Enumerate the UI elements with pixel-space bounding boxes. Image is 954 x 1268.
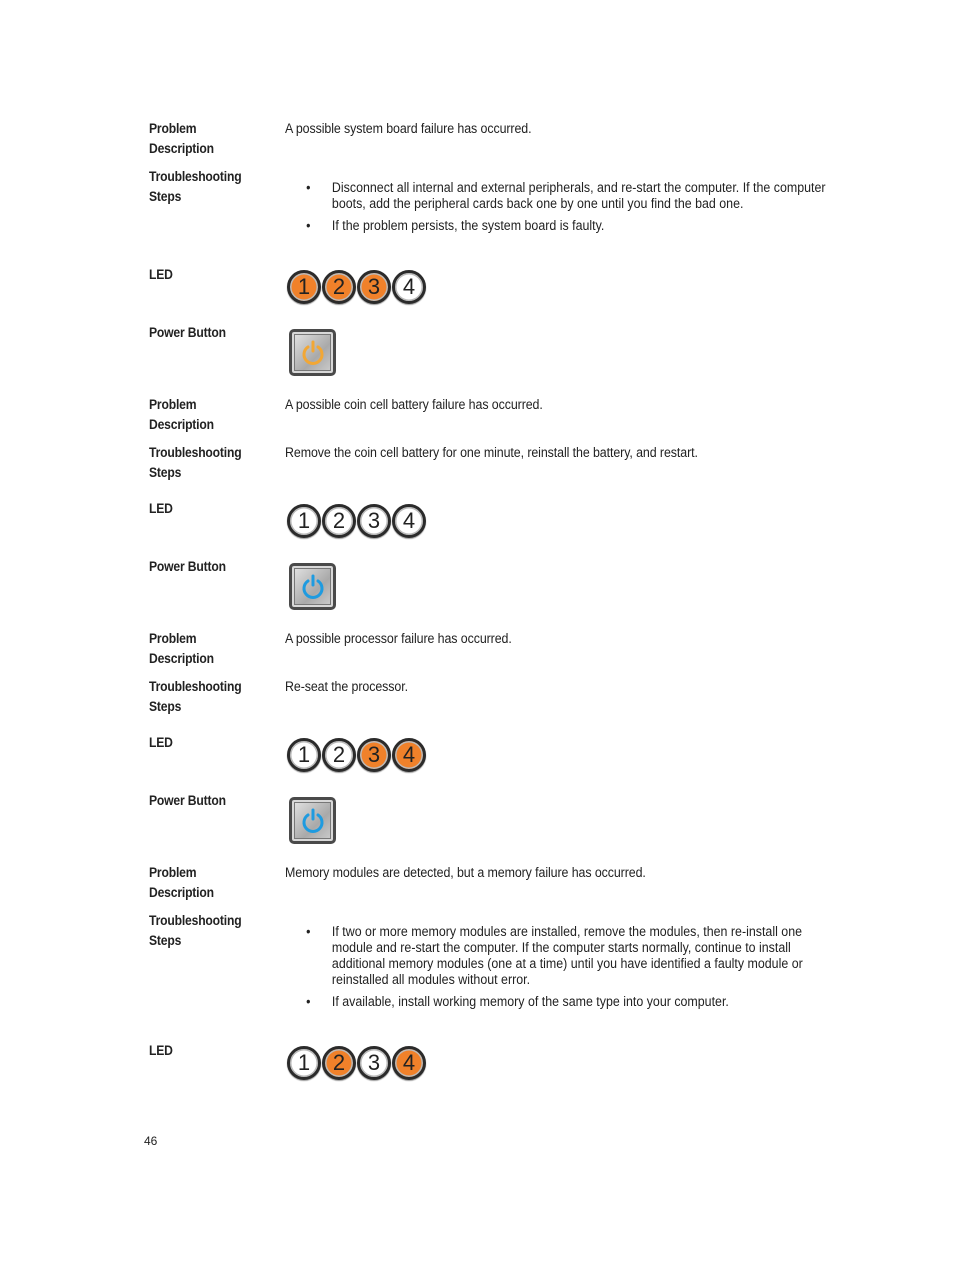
label-line: Description xyxy=(149,884,214,900)
led-3-on-icon: 3 xyxy=(357,270,391,304)
bullet-icon: • xyxy=(306,994,311,1009)
led-4-off-icon: 4 xyxy=(392,504,426,538)
problem-description: Memory modules are detected, but a memor… xyxy=(285,865,646,880)
power-button-indicator xyxy=(289,797,336,844)
led-indicator-group: 1234 xyxy=(287,270,426,304)
label-line: Troubleshooting xyxy=(149,913,242,928)
label-line: Problem xyxy=(149,121,197,136)
label-line: Troubleshooting xyxy=(149,445,242,460)
label-line: Troubleshooting xyxy=(149,679,242,694)
led-indicator-group: 1234 xyxy=(287,1046,426,1080)
problem-description-label: Problem Description xyxy=(149,119,214,158)
led-label: LED xyxy=(149,735,173,750)
problem-description-label: Problem Description xyxy=(149,629,214,668)
label-line: Problem xyxy=(149,397,197,412)
label-line: Description xyxy=(149,140,214,156)
problem-description-label: Problem Description xyxy=(149,863,214,902)
led-indicator-group: 1234 xyxy=(287,738,426,772)
led-1-off-icon: 1 xyxy=(287,504,321,538)
label-line: Description xyxy=(149,416,214,432)
troubleshooting-steps-list: • If two or more memory modules are insta… xyxy=(285,924,828,1016)
problem-description-label: Problem Description xyxy=(149,395,214,434)
led-1-on-icon: 1 xyxy=(287,270,321,304)
led-3-on-icon: 3 xyxy=(357,738,391,772)
page-number: 46 xyxy=(144,1134,158,1148)
troubleshooting-steps-label: Troubleshooting Steps xyxy=(149,911,242,950)
problem-description: A possible coin cell battery failure has… xyxy=(285,397,543,412)
label-line: Problem xyxy=(149,631,197,646)
power-icon xyxy=(302,340,323,365)
step-text: If the problem persists, the system boar… xyxy=(331,218,605,233)
led-3-off-icon: 3 xyxy=(357,1046,391,1080)
bullet-icon: • xyxy=(306,180,311,195)
step-text: If available, install working memory of … xyxy=(331,994,729,1009)
led-3-off-icon: 3 xyxy=(357,504,391,538)
troubleshooting-steps-list: • Disconnect all internal and external pe… xyxy=(285,180,828,240)
list-item: • If available, install working memory of… xyxy=(285,994,828,1010)
list-item: • Disconnect all internal and external pe… xyxy=(285,180,828,212)
list-item: • If two or more memory modules are insta… xyxy=(285,924,828,988)
step-text: Disconnect all internal and external per… xyxy=(331,180,826,211)
troubleshooting-steps-label: Troubleshooting Steps xyxy=(149,167,242,206)
led-2-off-icon: 2 xyxy=(322,738,356,772)
label-line: Steps xyxy=(149,932,182,948)
power-button-label: Power Button xyxy=(149,325,226,340)
label-line: Problem xyxy=(149,865,197,880)
troubleshooting-steps: Re-seat the processor. xyxy=(285,679,408,694)
bullet-icon: • xyxy=(306,218,311,233)
label-line: Steps xyxy=(149,464,182,480)
step-text: If two or more memory modules are instal… xyxy=(331,924,803,987)
power-icon xyxy=(302,808,323,833)
label-line: Troubleshooting xyxy=(149,169,242,184)
led-2-on-icon: 2 xyxy=(322,270,356,304)
power-icon xyxy=(302,574,323,599)
power-button-label: Power Button xyxy=(149,559,226,574)
list-item: • If the problem persists, the system boa… xyxy=(285,218,828,234)
power-button-indicator xyxy=(289,563,336,610)
led-4-off-icon: 4 xyxy=(392,270,426,304)
label-line: Steps xyxy=(149,698,182,714)
led-label: LED xyxy=(149,267,173,282)
troubleshooting-steps: Remove the coin cell battery for one min… xyxy=(285,445,698,460)
troubleshooting-steps-label: Troubleshooting Steps xyxy=(149,677,242,716)
power-button-label: Power Button xyxy=(149,793,226,808)
led-label: LED xyxy=(149,1043,173,1058)
problem-description: A possible system board failure has occu… xyxy=(285,121,532,136)
led-4-on-icon: 4 xyxy=(392,1046,426,1080)
led-1-off-icon: 1 xyxy=(287,738,321,772)
troubleshooting-steps-label: Troubleshooting Steps xyxy=(149,443,242,482)
label-line: Steps xyxy=(149,188,182,204)
label-line: Description xyxy=(149,650,214,666)
power-button-indicator xyxy=(289,329,336,376)
problem-description: A possible processor failure has occurre… xyxy=(285,631,512,646)
led-label: LED xyxy=(149,501,173,516)
led-4-on-icon: 4 xyxy=(392,738,426,772)
bullet-icon: • xyxy=(306,924,311,939)
led-2-off-icon: 2 xyxy=(322,504,356,538)
led-2-on-icon: 2 xyxy=(322,1046,356,1080)
led-1-off-icon: 1 xyxy=(287,1046,321,1080)
led-indicator-group: 1234 xyxy=(287,504,426,538)
